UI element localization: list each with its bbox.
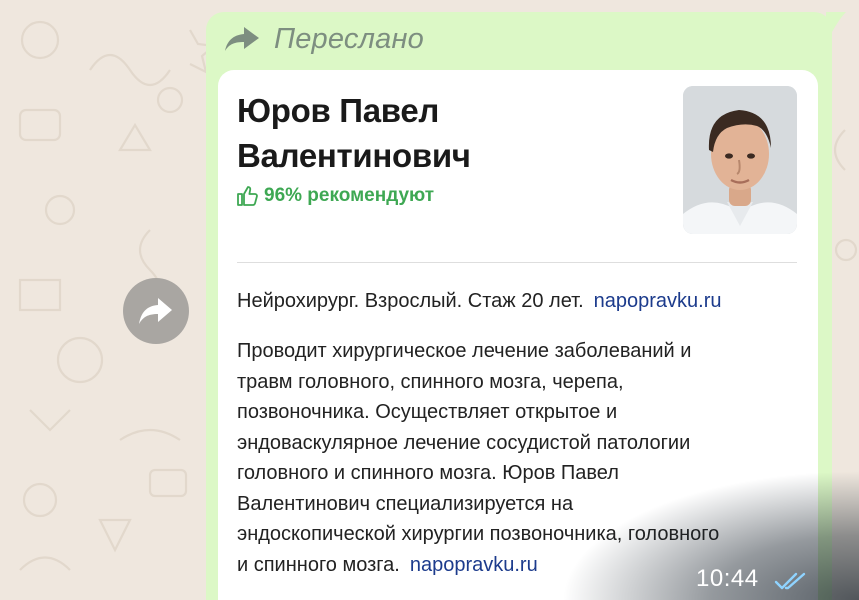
doctor-portrait [683,86,797,234]
description-line: позвоночника. Осуществляет открытое и [237,401,618,423]
description-line: эндоваскулярное лечение сосудистой патол… [237,431,691,454]
description-link[interactable]: napopravku.ru [410,554,538,576]
description-line: эндоскопической хирургии позвоночника, г… [237,523,720,545]
description-line: Проводит хирургическое лечение заболеван… [237,340,692,362]
doctor-name-line2: Валентинович [237,137,471,174]
message-time: 10:44 [696,565,759,592]
description-line: травм головного, спинного мозга, черепа, [237,370,624,393]
share-forward-icon [139,298,172,324]
forward-message-button[interactable] [123,278,189,344]
specialty-line: Нейрохирург. Взрослый. Стаж 20 лет. napop… [237,290,722,313]
card-divider [237,262,797,263]
thumbs-up-icon [237,186,258,206]
source-link[interactable]: napopravku.ru [594,290,722,312]
doctor-photo [683,86,797,234]
doctor-description: Проводит хирургическое лечение заболеван… [237,336,803,580]
description-line: головного и спинного мозга. Юров Павел [237,462,619,484]
recommend-rating: 96% рекомендуют [236,184,434,208]
bubble-tail [826,12,846,32]
double-check-read-icon [774,572,806,590]
forwarded-header: Переслано [224,22,424,56]
recommend-text: 96% рекомендуют [264,185,435,206]
description-line: Валентинович специализируется на [237,492,574,515]
description-line: и спинного мозга. [237,553,400,576]
specialty-text: Нейрохирург. Взрослый. Стаж 20 лет. [237,290,584,312]
forwarded-label: Переслано [274,22,424,55]
doctor-name: Юров Павел Валентинович [237,88,657,178]
doctor-name-line1: Юров Павел [237,92,440,129]
forward-arrow-icon [225,27,259,51]
